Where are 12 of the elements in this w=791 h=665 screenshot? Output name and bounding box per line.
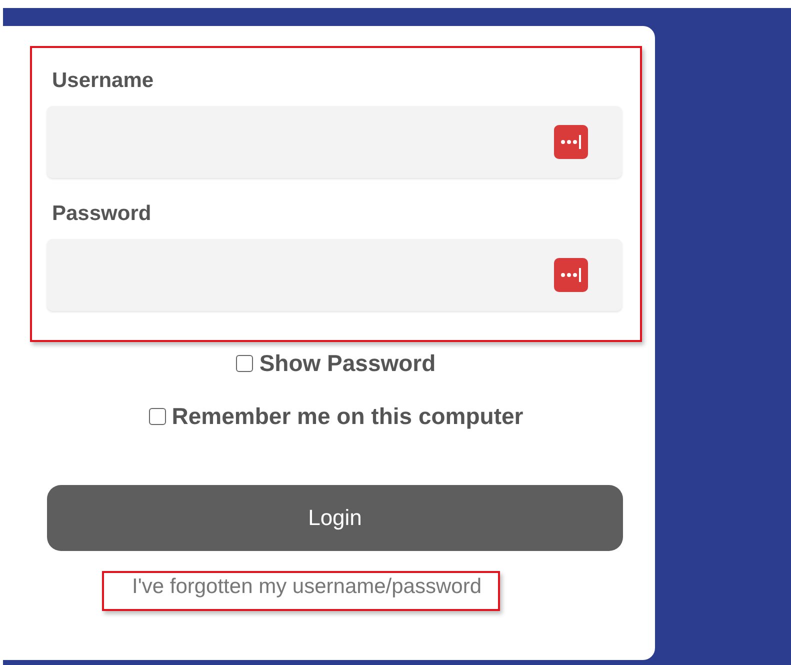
input-field[interactable] — [47, 106, 622, 178]
password-manager-icon[interactable] — [554, 125, 588, 159]
field-label: Password — [52, 202, 152, 226]
field-label: Username — [52, 69, 155, 93]
checkbox-label: Show Password — [259, 350, 436, 377]
input-field[interactable] — [47, 239, 622, 311]
password-manager-icon[interactable] — [554, 258, 588, 292]
checkbox[interactable] — [236, 355, 254, 372]
checkbox-label: Remember me on this computer — [172, 403, 524, 430]
checkbox[interactable] — [148, 408, 166, 425]
login-button[interactable]: Login — [47, 485, 623, 551]
forgot-password-link[interactable]: I've forgotten my username/password — [102, 571, 500, 611]
